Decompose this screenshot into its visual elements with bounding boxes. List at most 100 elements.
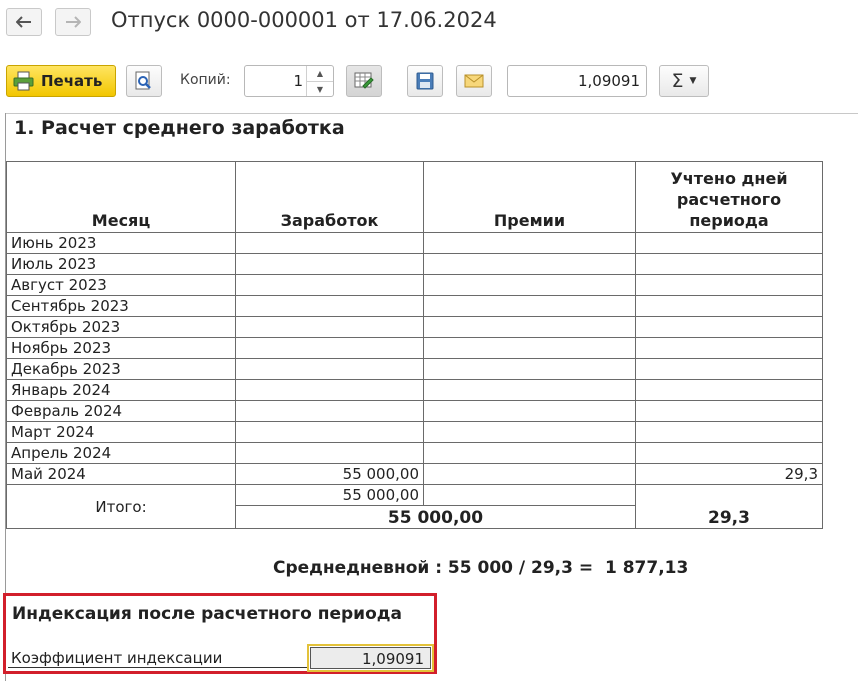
cell-days — [635, 337, 823, 359]
save-button[interactable] — [407, 65, 443, 97]
cell-month: Март 2024 — [6, 421, 236, 443]
indexation-coefficient-label: Коэффициент индексации — [11, 649, 223, 667]
print-label: Печать — [41, 72, 103, 90]
forward-button[interactable] — [55, 8, 91, 36]
cell-earnings — [235, 316, 424, 338]
totals-earnings-grand: 55 000,00 — [235, 505, 636, 529]
stepper-up-icon[interactable]: ▲ — [307, 66, 333, 82]
table-row: Январь 2024 — [6, 379, 823, 401]
cell-bonuses — [423, 400, 636, 422]
print-button[interactable]: Печать — [6, 65, 116, 97]
cell-earnings — [235, 337, 424, 359]
edit-report-button[interactable] — [346, 65, 382, 97]
preview-icon — [135, 71, 151, 90]
envelope-icon — [464, 74, 484, 88]
totals-days: 29,3 — [635, 484, 823, 529]
cell-days — [635, 379, 823, 401]
cell-bonuses — [423, 463, 636, 485]
header-month: Месяц — [6, 161, 236, 233]
arrow-left-icon — [16, 16, 31, 28]
table-row: Июль 2023 — [6, 253, 823, 275]
average-daily-earnings: Среднедневной : 55 000 / 29,3 = 1 877,13 — [273, 558, 689, 578]
cell-month: Сентябрь 2023 — [6, 295, 236, 317]
cell-month: Май 2024 — [6, 463, 236, 485]
indexation-coefficient-field[interactable]: 1,09091 — [307, 644, 434, 672]
section-title: 1. Расчет среднего заработка — [14, 117, 345, 139]
cell-month: Июнь 2023 — [6, 232, 236, 254]
table-row: Апрель 2024 — [6, 442, 823, 464]
arrow-right-icon — [66, 16, 81, 28]
floppy-disk-icon — [416, 72, 434, 90]
cell-month: Декабрь 2023 — [6, 358, 236, 380]
sigma-icon: Σ — [671, 70, 684, 92]
copies-value[interactable]: 1 — [293, 72, 303, 90]
header-bonuses: Премии — [423, 161, 636, 233]
table-row: Декабрь 2023 — [6, 358, 823, 380]
table-row: Май 2024 55 000,00 29,3 — [6, 463, 823, 485]
table-header-row: Месяц Заработок Премии Учтено дней расче… — [6, 161, 823, 233]
cell-bonuses — [423, 379, 636, 401]
cell-days: 29,3 — [635, 463, 823, 485]
totals-earnings-sub: 55 000,00 — [235, 484, 424, 506]
cell-earnings — [235, 379, 424, 401]
chevron-down-icon: ▼ — [689, 76, 697, 86]
stepper-controls[interactable]: ▲ ▼ — [306, 66, 333, 96]
copies-stepper[interactable]: 1 ▲ ▼ — [244, 65, 334, 97]
totals-label: Итого: — [6, 484, 236, 529]
cell-month: Февраль 2024 — [6, 400, 236, 422]
table-row: Март 2024 — [6, 421, 823, 443]
cell-bonuses — [423, 316, 636, 338]
cell-bonuses — [423, 232, 636, 254]
back-button[interactable] — [6, 8, 42, 36]
cell-bonuses — [423, 274, 636, 296]
cell-month: Август 2023 — [6, 274, 236, 296]
cell-bonuses — [423, 442, 636, 464]
cell-earnings — [235, 442, 424, 464]
cell-month: Ноябрь 2023 — [6, 337, 236, 359]
report-top-border — [5, 113, 858, 114]
cell-earnings — [235, 295, 424, 317]
table-row: Ноябрь 2023 — [6, 337, 823, 359]
cell-days — [635, 232, 823, 254]
printer-icon — [13, 71, 34, 91]
cell-days — [635, 274, 823, 296]
cell-earnings — [235, 232, 424, 254]
edit-table-icon — [354, 72, 374, 89]
cell-days — [635, 421, 823, 443]
sum-mode-button[interactable]: Σ ▼ — [659, 65, 709, 97]
cell-bonuses — [423, 253, 636, 275]
average-earnings-table: Месяц Заработок Премии Учтено дней расче… — [6, 161, 823, 529]
table-row: Февраль 2024 — [6, 400, 823, 422]
cell-earnings — [235, 400, 424, 422]
totals-row: Итого: 55 000,00 29,3 — [6, 484, 823, 529]
header-days: Учтено дней расчетного периода — [635, 161, 823, 233]
table-row: Июнь 2023 — [6, 232, 823, 254]
copies-label: Копий: — [180, 72, 231, 88]
cell-bonuses — [423, 337, 636, 359]
cell-earnings — [235, 253, 424, 275]
sum-value-field[interactable]: 1,09091 — [507, 65, 647, 97]
cell-days — [635, 442, 823, 464]
indexation-underline — [8, 667, 307, 668]
cell-bonuses — [423, 421, 636, 443]
indexation-coefficient-value[interactable]: 1,09091 — [310, 647, 431, 669]
cell-days — [635, 358, 823, 380]
cell-month: Январь 2024 — [6, 379, 236, 401]
preview-button[interactable] — [126, 65, 162, 97]
totals-bonuses-sub — [423, 484, 636, 506]
send-email-button[interactable] — [456, 65, 492, 97]
cell-month: Апрель 2024 — [6, 442, 236, 464]
cell-bonuses — [423, 358, 636, 380]
header-earnings: Заработок — [235, 161, 424, 233]
cell-month: Октябрь 2023 — [6, 316, 236, 338]
indexation-title: Индексация после расчетного периода — [12, 604, 402, 624]
cell-earnings — [235, 421, 424, 443]
cell-earnings: 55 000,00 — [235, 463, 424, 485]
cell-days — [635, 253, 823, 275]
cell-earnings — [235, 358, 424, 380]
stepper-down-icon[interactable]: ▼ — [307, 82, 333, 97]
cell-month: Июль 2023 — [6, 253, 236, 275]
table-row: Сентябрь 2023 — [6, 295, 823, 317]
table-row: Август 2023 — [6, 274, 823, 296]
cell-bonuses — [423, 295, 636, 317]
